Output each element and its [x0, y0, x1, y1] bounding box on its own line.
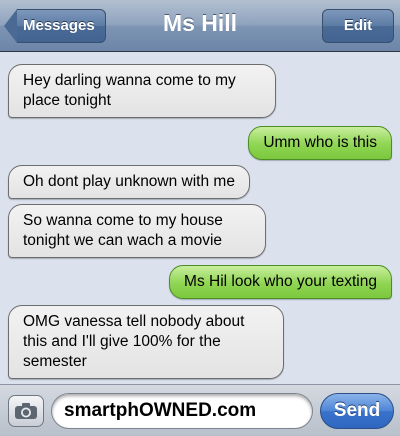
camera-icon — [15, 403, 37, 419]
message-bubble-outgoing: Umm who is this — [248, 126, 392, 160]
message-bubble-incoming: Hey darling wanna come to my place tonig… — [8, 64, 276, 118]
edit-button[interactable]: Edit — [322, 9, 394, 43]
message-bubble-incoming: Oh dont play unknown with me — [8, 165, 250, 199]
message-composer-bar: smartphOWNED.com Send — [0, 384, 400, 436]
send-button[interactable]: Send — [320, 393, 394, 429]
message-bubble-incoming: OMG vanessa tell nobody about this and I… — [8, 305, 284, 379]
message-bubble-incoming: So wanna come to my house tonight we can… — [8, 204, 266, 258]
message-bubble-outgoing: Ms Hil look who your texting — [169, 265, 392, 299]
navigation-bar: Messages Ms Hill Edit — [0, 0, 400, 52]
camera-button[interactable] — [8, 395, 44, 427]
message-input-field[interactable]: smartphOWNED.com — [51, 393, 313, 429]
